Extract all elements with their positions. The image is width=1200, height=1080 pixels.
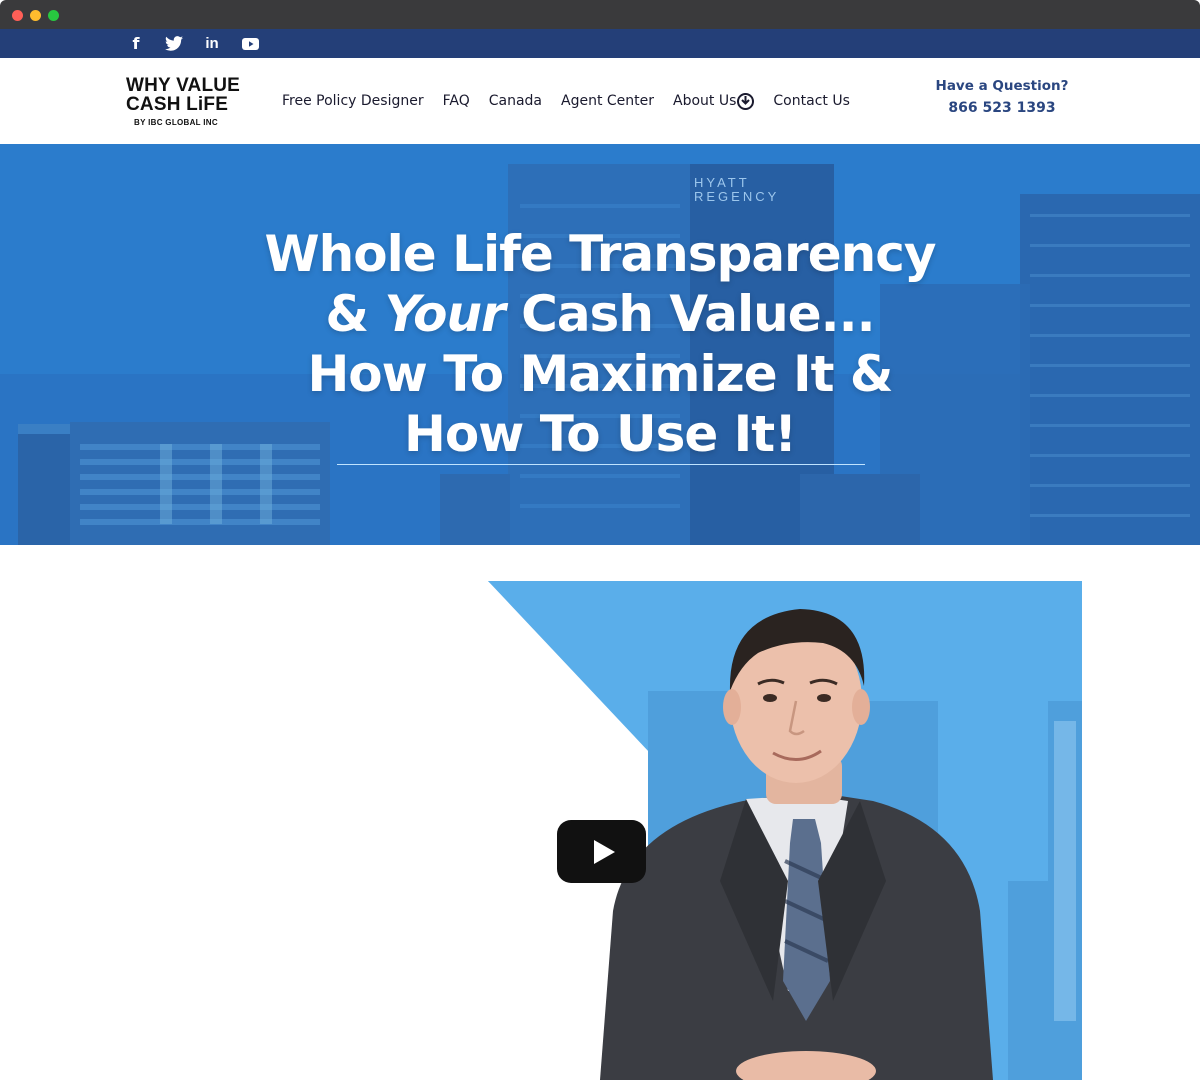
browser-titlebar <box>0 0 1200 29</box>
hero-line-1: Whole Life Transparency <box>264 225 937 283</box>
nav-free-policy-designer[interactable]: Free Policy Designer <box>282 93 424 109</box>
nav-label: Canada <box>488 93 542 109</box>
hero-banner: HYATT REGENCY Whole Life Transparency & … <box>0 144 1200 545</box>
nav-label: About Us <box>673 93 737 109</box>
dropdown-arrow-icon[interactable] <box>737 92 755 110</box>
main-nav: Free Policy Designer FAQ Canada Agent Ce… <box>282 58 850 144</box>
logo-line-1: WHY VALUE <box>126 75 241 96</box>
social-bar: f in <box>0 29 1200 58</box>
site-header: WHY VALUE CASH LiFE BY IBC GLOBAL INC Fr… <box>0 58 1200 144</box>
video-player[interactable] <box>488 581 1082 1080</box>
facebook-icon[interactable]: f <box>128 29 144 58</box>
nav-faq[interactable]: FAQ <box>443 93 470 109</box>
minimize-window-button[interactable] <box>30 10 41 21</box>
hero-line-3: How To Maximize It & <box>307 345 893 403</box>
play-icon <box>593 839 615 864</box>
nav-label: Free Policy Designer <box>282 93 424 109</box>
hyatt-sign: HYATT <box>694 175 750 190</box>
nav-label: Agent Center <box>561 93 655 109</box>
logo-tagline: BY IBC GLOBAL INC <box>134 118 218 127</box>
logo-line-2: CASH LiFE <box>126 94 229 115</box>
hero-line-4: How To Use It! <box>403 405 797 463</box>
hero-divider <box>337 464 865 465</box>
hero-line-2-prefix: & <box>325 285 385 343</box>
nav-canada[interactable]: Canada <box>489 93 542 109</box>
video-play-button[interactable] <box>557 820 646 883</box>
contact-box: Have a Question? 866 523 1393 <box>930 78 1074 116</box>
nav-agent-center[interactable]: Agent Center <box>561 93 654 109</box>
hero-line-2-suffix: Cash Value... <box>504 285 876 343</box>
youtube-icon[interactable] <box>240 29 260 58</box>
nav-contact-us[interactable]: Contact Us <box>773 93 849 109</box>
nav-about-us[interactable]: About Us <box>673 92 755 110</box>
close-window-button[interactable] <box>12 10 23 21</box>
linkedin-icon[interactable]: in <box>202 29 222 58</box>
nav-label: Contact Us <box>773 93 850 109</box>
twitter-icon[interactable] <box>163 29 185 58</box>
hero-title: Whole Life Transparency & Your Cash Valu… <box>150 224 1050 464</box>
nav-label: FAQ <box>442 93 470 109</box>
contact-phone-link[interactable]: 866 523 1393 <box>930 100 1074 116</box>
maximize-window-button[interactable] <box>48 10 59 21</box>
regency-sign: REGENCY <box>694 189 779 204</box>
hero-line-2-emphasis: Your <box>384 285 505 343</box>
site-logo[interactable]: WHY VALUE CASH LiFE BY IBC GLOBAL INC <box>126 76 242 127</box>
contact-question: Have a Question? <box>935 78 1069 94</box>
